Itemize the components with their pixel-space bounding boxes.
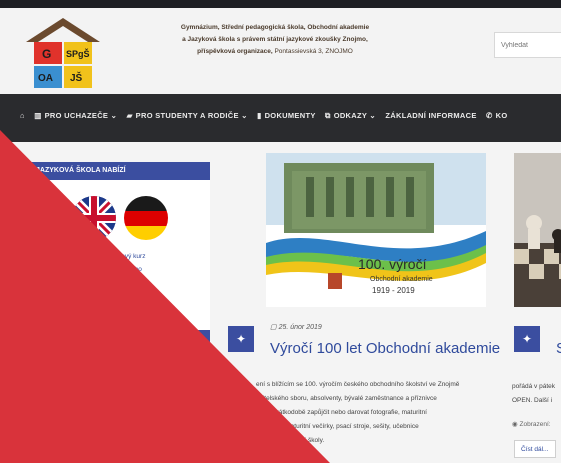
nav-item-zakladni-informace[interactable]: ZÁKLADNÍ INFORMACE: [385, 111, 476, 120]
pin-icon-2: ✦: [514, 326, 540, 352]
anniversary-years: 1919 - 2019: [372, 286, 415, 295]
page: G SPgŠ OA JŠ Gymnázium, Střední pedagogi…: [0, 0, 561, 463]
logo-g: G: [42, 47, 51, 61]
book-icon: ▮: [257, 111, 262, 120]
nav-item-kontakt[interactable]: ✆ KO: [486, 111, 507, 120]
post-thumbnail-chess[interactable]: [514, 153, 561, 307]
search-input[interactable]: [494, 32, 561, 58]
site-header: G SPgŠ OA JŠ Gymnázium, Střední pedagogi…: [0, 8, 561, 94]
nav-item-dokumenty[interactable]: ▮ DOKUMENTY: [257, 111, 315, 120]
post-excerpt-2: pořádá v pátek OPEN. Další i: [512, 383, 556, 404]
logo-oa: OA: [38, 73, 53, 84]
external-link-icon: ⧉: [325, 111, 331, 120]
anniversary-subtitle: Obchodní akademie: [370, 276, 433, 283]
school-name: Gymnázium, Střední pedagogická škola, Ob…: [180, 24, 370, 55]
post-thumbnail-anniversary[interactable]: 100. výročí Obchodní akademie 1919 - 201…: [266, 153, 486, 307]
post-title-2[interactable]: S: [556, 340, 561, 357]
german-flag-icon[interactable]: [124, 196, 168, 240]
uk-flag-icon[interactable]: [72, 196, 116, 240]
anniversary-title: 100. výročí: [358, 256, 427, 272]
phone-icon: ✆: [486, 111, 493, 120]
chart-icon: ▥: [34, 111, 42, 120]
graduation-cap-icon: ▰: [126, 111, 133, 120]
logo-js: JŠ: [70, 71, 83, 84]
eye-icon: ◉: [512, 421, 518, 428]
sidebar-button[interactable]: [196, 330, 210, 360]
post-excerpt: ení s blížícím se 100. výročím českého o…: [256, 381, 460, 444]
read-more-button[interactable]: Číst dál...: [514, 440, 556, 458]
nav-item-pro-uchazece[interactable]: ▥ PRO UCHAZEČE ⌄: [34, 111, 117, 120]
pin-icon: ✦: [228, 326, 254, 352]
home-icon[interactable]: ⌂: [20, 111, 25, 120]
main-navigation: ⌂ ▥ PRO UCHAZEČE ⌄ ▰ PRO STUDENTY A RODIČE…: [0, 94, 561, 142]
post-title[interactable]: Výročí 100 let Obchodní akademie: [270, 340, 500, 357]
school-logo[interactable]: G SPgŠ OA JŠ: [24, 16, 102, 90]
views-count: ◉ Zobrazení:: [512, 421, 551, 428]
top-bar: [0, 0, 561, 8]
logo-spgs: SPgŠ: [66, 48, 90, 59]
language-course-link[interactable]: kový kurz élického: [118, 250, 145, 276]
sidebar-title: JAZYKOVÁ ŠKOLA NABÍZÍ: [30, 162, 210, 180]
nav-item-odkazy[interactable]: ⧉ ODKAZY ⌄: [325, 111, 376, 121]
post-date: ▢ 25. únor 2019: [270, 324, 322, 331]
nav-item-pro-studenty[interactable]: ▰ PRO STUDENTY A RODIČE ⌄: [127, 111, 248, 120]
